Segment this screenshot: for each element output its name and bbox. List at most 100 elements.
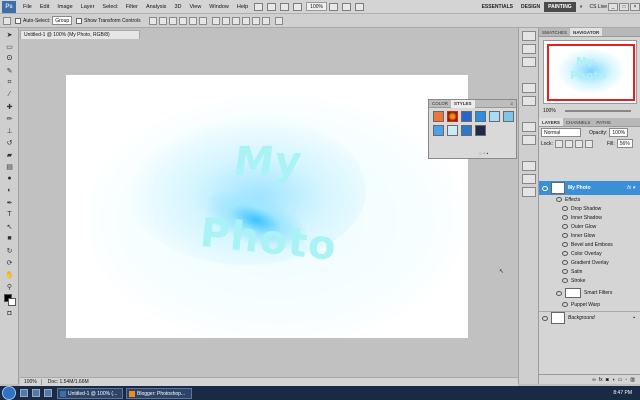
arrange-documents-icon[interactable] — [341, 2, 351, 11]
zoom-level-select[interactable]: 100% — [306, 2, 327, 11]
workspace-painting[interactable]: PAINTING — [544, 1, 576, 12]
navigator-zoom-slider[interactable] — [565, 110, 631, 112]
shape-tool-icon[interactable]: ■ — [2, 233, 17, 244]
auto-select-checkbox[interactable] — [15, 17, 21, 24]
style-swatch[interactable] — [433, 111, 444, 122]
status-zoom[interactable]: 100% — [20, 379, 42, 385]
effect-bevel-emboss[interactable]: Bevel and Emboss — [539, 240, 640, 249]
brush-presets-panel-icon[interactable] — [522, 57, 536, 67]
effect-eye-icon[interactable] — [562, 251, 568, 256]
distribute-middle-icon[interactable] — [221, 16, 230, 25]
style-swatch[interactable] — [461, 125, 472, 136]
auto-align-icon[interactable] — [274, 16, 283, 25]
lasso-tool-icon[interactable]: ʘ — [2, 53, 17, 64]
effect-eye-icon[interactable] — [562, 242, 568, 247]
delete-layer-icon[interactable]: ▥ — [630, 377, 635, 383]
fx-icon[interactable]: fx ▾ — [627, 185, 635, 191]
fill-input[interactable]: 56% — [616, 139, 633, 148]
distribute-right-icon[interactable] — [261, 16, 270, 25]
menu-analysis[interactable]: Analysis — [142, 4, 170, 10]
menu-help[interactable]: Help — [233, 4, 252, 10]
cs-live-button[interactable]: CS Live — [589, 4, 607, 10]
tab-swatches[interactable]: SWATCHES — [539, 28, 570, 36]
effect-eye-icon[interactable] — [562, 206, 568, 211]
distribute-left-icon[interactable] — [241, 16, 250, 25]
visibility-eye-icon[interactable] — [542, 185, 548, 191]
paragraph-panel-icon[interactable] — [522, 135, 536, 145]
effect-eye-icon[interactable] — [562, 278, 568, 283]
history-brush-tool-icon[interactable]: ↺ — [2, 137, 17, 148]
actions-panel-icon[interactable] — [522, 44, 536, 54]
menu-3d[interactable]: 3D — [170, 4, 185, 10]
quicklaunch-icon[interactable] — [20, 389, 28, 397]
clone-source-panel-icon[interactable] — [522, 96, 536, 106]
align-middle-icon[interactable] — [158, 16, 167, 25]
quick-select-tool-icon[interactable]: ✎ — [2, 65, 17, 76]
menu-edit[interactable]: Edit — [36, 4, 53, 10]
quicklaunch-icon[interactable] — [32, 389, 40, 397]
effect-stroke[interactable]: Stroke — [539, 276, 640, 285]
lock-pixels-icon[interactable] — [564, 139, 573, 148]
auto-select-dropdown[interactable]: Group — [52, 16, 73, 25]
opacity-input[interactable]: 100% — [609, 128, 629, 137]
menu-file[interactable]: File — [19, 4, 36, 10]
image-canvas[interactable]: My Photo — [66, 75, 468, 338]
effect-inner-glow[interactable]: Inner Glow — [539, 231, 640, 240]
align-right-icon[interactable] — [198, 16, 207, 25]
maximize-icon[interactable]: □ — [619, 2, 629, 11]
adjustments-panel-icon[interactable] — [522, 174, 536, 184]
workspace-more-icon[interactable]: » — [576, 2, 587, 12]
type-tool-icon[interactable]: T — [2, 209, 17, 220]
view-extras-icon[interactable] — [328, 2, 338, 11]
navigator-thumbnail[interactable]: My Photo — [543, 40, 637, 104]
tab-paths[interactable]: PATHS — [593, 118, 613, 126]
menu-select[interactable]: Select — [98, 4, 121, 10]
smart-filter-mask-thumbnail[interactable] — [565, 288, 581, 298]
styles-footer-icons[interactable]: ◌ ▫ ▪ — [479, 151, 488, 157]
effect-outer-glow[interactable]: Outer Glow — [539, 222, 640, 231]
align-left-icon[interactable] — [178, 16, 187, 25]
style-swatch[interactable] — [475, 125, 486, 136]
add-style-icon[interactable]: fx — [599, 377, 603, 383]
clone-stamp-tool-icon[interactable]: ⊥ — [2, 125, 17, 136]
tab-color[interactable]: COLOR — [429, 100, 451, 108]
effects-eye-icon[interactable] — [556, 197, 562, 202]
taskbar-photoshop-button[interactable]: Untitled-1 @ 100% (... — [57, 387, 123, 399]
effect-inner-shadow[interactable]: Inner Shadow — [539, 213, 640, 222]
navigator-zoom-value[interactable]: 100% — [543, 108, 556, 114]
marquee-tool-icon[interactable]: ▭ — [2, 41, 17, 52]
effect-color-overlay[interactable]: Color Overlay — [539, 249, 640, 258]
style-swatch[interactable] — [433, 125, 444, 136]
blend-mode-select[interactable]: Normal — [541, 128, 581, 137]
history-panel-icon[interactable] — [522, 31, 536, 41]
eyedropper-tool-icon[interactable]: ⁄ — [2, 89, 17, 100]
workspace-essentials[interactable]: ESSENTIALS — [478, 2, 517, 12]
effect-drop-shadow[interactable]: Drop Shadow — [539, 204, 640, 213]
menu-layer[interactable]: Layer — [77, 4, 99, 10]
smart-filters-eye-icon[interactable] — [556, 290, 562, 296]
taskbar-browser-button[interactable]: Blogger: Photoshop... — [126, 387, 192, 399]
path-select-tool-icon[interactable]: ↖ — [2, 221, 17, 232]
distribute-bottom-icon[interactable] — [231, 16, 240, 25]
new-layer-icon[interactable]: ▫ — [625, 377, 627, 383]
tab-navigator[interactable]: NAVIGATOR — [570, 28, 603, 36]
effect-eye-icon[interactable] — [562, 224, 568, 229]
distribute-center-icon[interactable] — [251, 16, 260, 25]
menu-filter[interactable]: Filter — [122, 4, 142, 10]
style-swatch[interactable] — [461, 111, 472, 122]
show-transform-checkbox[interactable] — [76, 17, 83, 24]
add-mask-icon[interactable]: ◙ — [606, 377, 609, 383]
close-icon[interactable]: × — [630, 2, 640, 11]
gradient-tool-icon[interactable]: ▤ — [2, 161, 17, 172]
pen-tool-icon[interactable]: ✒ — [2, 197, 17, 208]
align-top-icon[interactable] — [148, 16, 157, 25]
layer-background[interactable]: Background ▪ — [539, 311, 640, 324]
panel-menu-icon[interactable]: ≡ — [507, 100, 516, 108]
effect-gradient-overlay[interactable]: Gradient Overlay — [539, 258, 640, 267]
quicklaunch-icon[interactable] — [44, 389, 52, 397]
document-tab[interactable]: Untitled-1 @ 100% (My Photo, RGB/8) — [20, 30, 140, 39]
start-button[interactable] — [2, 386, 16, 400]
distribute-top-icon[interactable] — [211, 16, 220, 25]
minimize-icon[interactable]: _ — [608, 2, 618, 11]
background-color-swatch[interactable] — [8, 298, 16, 306]
